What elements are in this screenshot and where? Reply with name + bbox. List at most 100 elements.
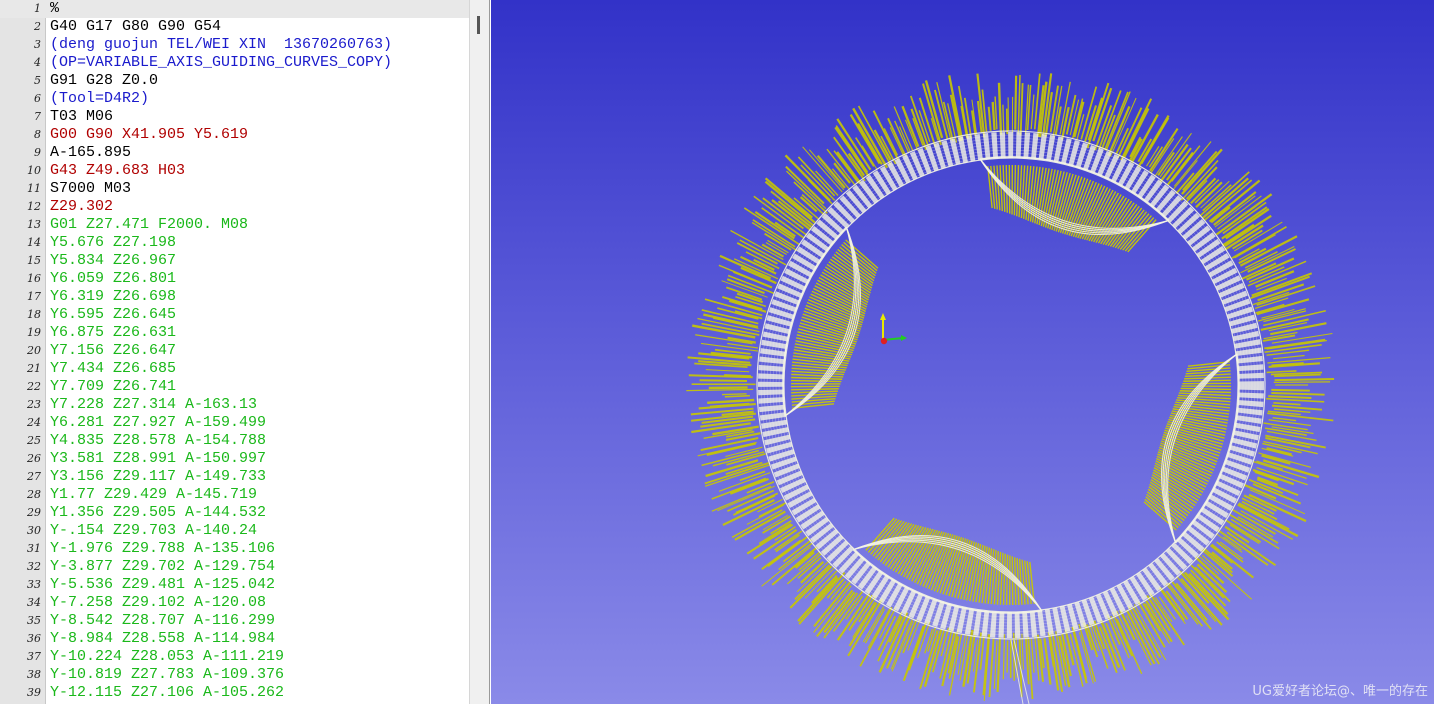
code-line[interactable]: 16 Y6.059 Z26.801 bbox=[0, 270, 470, 288]
line-number: 35 bbox=[27, 614, 41, 627]
code-line[interactable]: 17 Y6.319 Z26.698 bbox=[0, 288, 470, 306]
line-number: 32 bbox=[27, 560, 41, 573]
line-number: 26 bbox=[27, 452, 41, 465]
code-line[interactable]: 25 Y4.835 Z28.578 A-154.788 bbox=[0, 432, 470, 450]
part-wireframe bbox=[756, 130, 1266, 704]
code-line[interactable]: 4 (OP=VARIABLE_AXIS_GUIDING_CURVES_COPY) bbox=[0, 54, 470, 72]
scrollbar-thumb[interactable] bbox=[477, 16, 480, 34]
line-number: 27 bbox=[27, 470, 41, 483]
line-number: 13 bbox=[27, 218, 41, 231]
line-number: 9 bbox=[34, 146, 41, 159]
line-number: 33 bbox=[27, 578, 41, 591]
code-text: S7000 M03 bbox=[50, 180, 132, 197]
code-line[interactable]: 11 S7000 M03 bbox=[0, 180, 470, 198]
code-text: Y-5.536 Z29.481 A-125.042 bbox=[50, 576, 276, 593]
code-line[interactable]: 8 G00 G90 X41.905 Y5.619 bbox=[0, 126, 470, 144]
code-line[interactable]: 32 Y-3.877 Z29.702 A-129.754 bbox=[0, 558, 470, 576]
code-line[interactable]: 13 G01 Z27.471 F2000. M08 bbox=[0, 216, 470, 234]
code-line[interactable]: 37 Y-10.224 Z28.053 A-111.219 bbox=[0, 648, 470, 666]
code-line[interactable]: 24 Y6.281 Z27.927 A-159.499 bbox=[0, 414, 470, 432]
gcode-editor[interactable]: 1% 2 G40 G17 G80 G90 G54 3 (deng guojun TEL/… bbox=[0, 0, 490, 704]
line-number: 17 bbox=[27, 290, 41, 303]
code-text: Y7.709 Z26.741 bbox=[50, 378, 177, 395]
line-number: 16 bbox=[27, 272, 41, 285]
axis-triad-icon bbox=[880, 313, 907, 345]
code-line[interactable]: 22 Y7.709 Z26.741 bbox=[0, 378, 470, 396]
code-text: Y7.156 Z26.647 bbox=[50, 342, 177, 359]
code-line[interactable]: 27 Y3.156 Z29.117 A-149.733 bbox=[0, 468, 470, 486]
code-text: Y7.228 Z27.314 A-163.13 bbox=[50, 396, 258, 413]
line-number: 28 bbox=[27, 488, 41, 501]
code-line[interactable]: 20 Y7.156 Z26.647 bbox=[0, 342, 470, 360]
code-line[interactable]: 14 Y5.676 Z27.198 bbox=[0, 234, 470, 252]
line-number: 14 bbox=[27, 236, 41, 249]
code-line[interactable]: 39 Y-12.115 Z27.106 A-105.262 bbox=[0, 684, 470, 702]
toolpath-3d-viewport[interactable]: UG爱好者论坛@、唯一的存在 bbox=[491, 0, 1434, 704]
code-line[interactable]: 38 Y-10.819 Z27.783 A-109.376 bbox=[0, 666, 470, 684]
code-line[interactable]: 9 A-165.895 bbox=[0, 144, 470, 162]
code-text: G01 Z27.471 F2000. M08 bbox=[50, 216, 249, 233]
code-line[interactable]: 33 Y-5.536 Z29.481 A-125.042 bbox=[0, 576, 470, 594]
code-lines: 1% 2 G40 G17 G80 G90 G54 3 (deng guojun TEL/… bbox=[0, 0, 470, 702]
code-text: Y3.581 Z28.991 A-150.997 bbox=[50, 450, 267, 467]
code-line[interactable]: 23 Y7.228 Z27.314 A-163.13 bbox=[0, 396, 470, 414]
code-text: Y7.434 Z26.685 bbox=[50, 360, 177, 377]
line-number: 29 bbox=[27, 506, 41, 519]
code-line[interactable]: 21 Y7.434 Z26.685 bbox=[0, 360, 470, 378]
code-text: Y3.156 Z29.117 A-149.733 bbox=[50, 468, 267, 485]
line-number: 25 bbox=[27, 434, 41, 447]
code-text: Z29.302 bbox=[50, 198, 114, 215]
line-number: 30 bbox=[27, 524, 41, 537]
code-line[interactable]: 36 Y-8.984 Z28.558 A-114.984 bbox=[0, 630, 470, 648]
code-line[interactable]: 28 Y1.77 Z29.429 A-145.719 bbox=[0, 486, 470, 504]
code-line[interactable]: 19 Y6.875 Z26.631 bbox=[0, 324, 470, 342]
code-line[interactable]: 12 Z29.302 bbox=[0, 198, 470, 216]
code-text: Y-8.542 Z28.707 A-116.299 bbox=[50, 612, 276, 629]
line-number: 6 bbox=[34, 92, 41, 105]
line-number: 19 bbox=[27, 326, 41, 339]
code-line[interactable]: 3 (deng guojun TEL/WEI XIN 13670260763) bbox=[0, 36, 470, 54]
code-line[interactable]: 30 Y-.154 Z29.703 A-140.24 bbox=[0, 522, 470, 540]
line-number: 15 bbox=[27, 254, 41, 267]
code-line[interactable]: 26 Y3.581 Z28.991 A-150.997 bbox=[0, 450, 470, 468]
code-text: Y-12.115 Z27.106 A-105.262 bbox=[50, 684, 285, 701]
code-line[interactable]: 7 T03 M06 bbox=[0, 108, 470, 126]
line-number: 36 bbox=[27, 632, 41, 645]
line-number: 7 bbox=[34, 110, 41, 123]
code-text: Y-8.984 Z28.558 A-114.984 bbox=[50, 630, 276, 647]
line-number: 31 bbox=[27, 542, 41, 555]
editor-vertical-scrollbar[interactable] bbox=[469, 0, 489, 704]
code-text: Y6.281 Z27.927 A-159.499 bbox=[50, 414, 267, 431]
line-number: 34 bbox=[27, 596, 41, 609]
code-line[interactable]: 6 (Tool=D4R2) bbox=[0, 90, 470, 108]
code-line[interactable]: 5 G91 G28 Z0.0 bbox=[0, 72, 470, 90]
code-line[interactable]: 1% bbox=[0, 0, 470, 18]
code-text: (deng guojun TEL/WEI XIN 13670260763) bbox=[50, 36, 393, 53]
line-number: 21 bbox=[27, 362, 41, 375]
line-number: 18 bbox=[27, 308, 41, 321]
code-text: G00 G90 X41.905 Y5.619 bbox=[50, 126, 249, 143]
code-text: G91 G28 Z0.0 bbox=[50, 72, 159, 89]
toolpath-scene[interactable] bbox=[491, 0, 1434, 704]
code-line[interactable]: 31 Y-1.976 Z29.788 A-135.106 bbox=[0, 540, 470, 558]
code-line[interactable]: 35 Y-8.542 Z28.707 A-116.299 bbox=[0, 612, 470, 630]
code-line[interactable]: 18 Y6.595 Z26.645 bbox=[0, 306, 470, 324]
code-line[interactable]: 10 G43 Z49.683 H03 bbox=[0, 162, 470, 180]
code-text: Y6.875 Z26.631 bbox=[50, 324, 177, 341]
code-text: (OP=VARIABLE_AXIS_GUIDING_CURVES_COPY) bbox=[50, 54, 393, 71]
code-text: Y6.319 Z26.698 bbox=[50, 288, 177, 305]
code-text: Y-.154 Z29.703 A-140.24 bbox=[50, 522, 258, 539]
code-line[interactable]: 2 G40 G17 G80 G90 G54 bbox=[0, 18, 470, 36]
line-number: 20 bbox=[27, 344, 41, 357]
code-line[interactable]: 34 Y-7.258 Z29.102 A-120.08 bbox=[0, 594, 470, 612]
line-number: 4 bbox=[34, 56, 41, 69]
line-number: 39 bbox=[27, 686, 41, 699]
code-text: A-165.895 bbox=[50, 144, 132, 161]
code-line[interactable]: 29 Y1.356 Z29.505 A-144.532 bbox=[0, 504, 470, 522]
code-text: Y-7.258 Z29.102 A-120.08 bbox=[50, 594, 267, 611]
code-line[interactable]: 15 Y5.834 Z26.967 bbox=[0, 252, 470, 270]
code-text: Y1.77 Z29.429 A-145.719 bbox=[50, 486, 258, 503]
code-text: (Tool=D4R2) bbox=[50, 90, 150, 107]
code-text: Y5.676 Z27.198 bbox=[50, 234, 177, 251]
code-text: Y-10.819 Z27.783 A-109.376 bbox=[50, 666, 285, 683]
